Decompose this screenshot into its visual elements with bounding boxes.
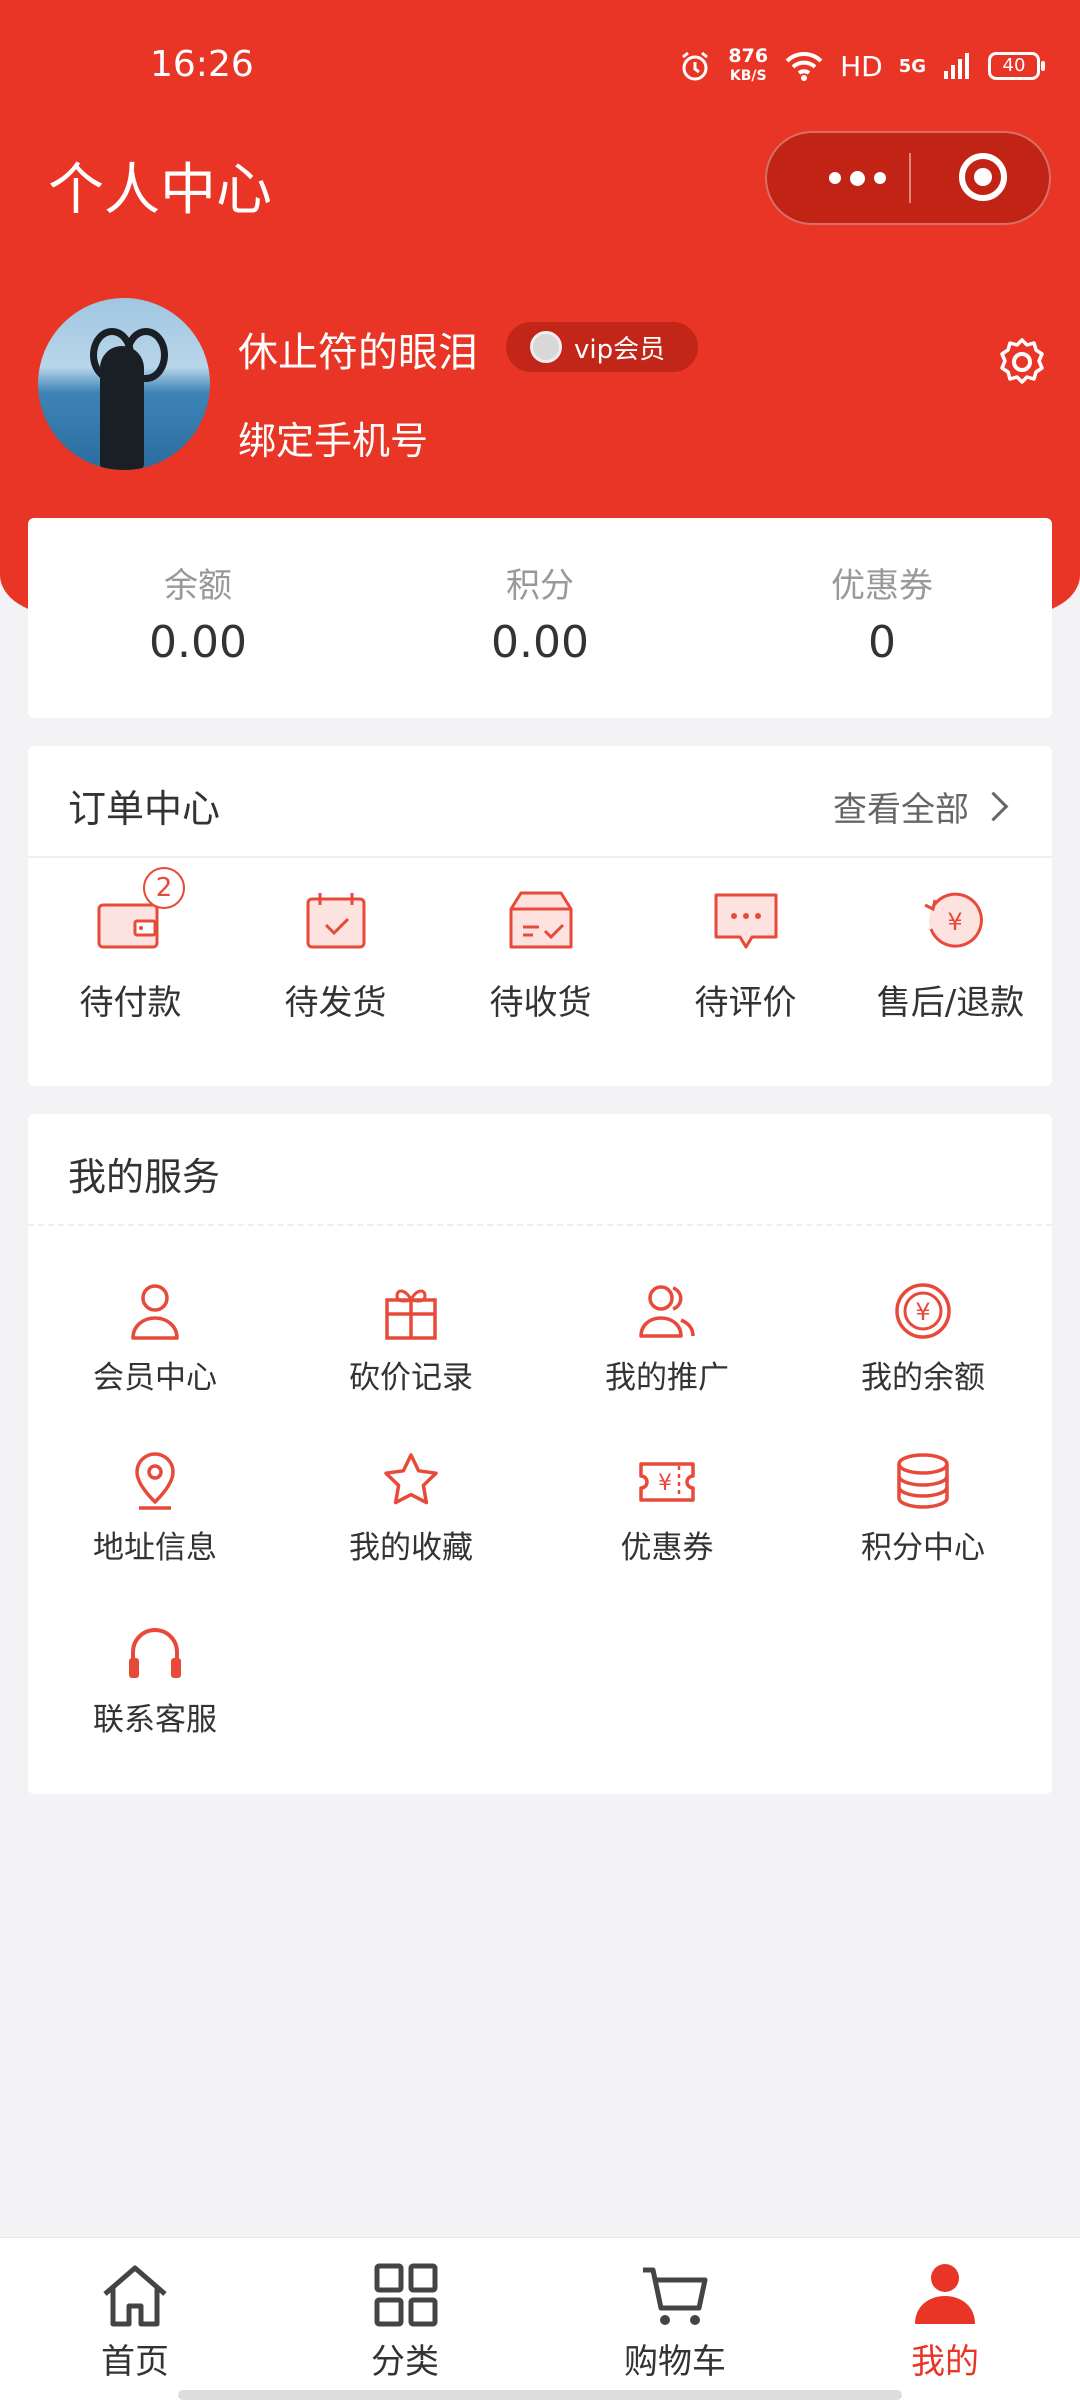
status-icons: 876 KB/S HD 5G 40: [678, 45, 1045, 86]
order-pending-payment[interactable]: 2 待付款: [28, 867, 233, 1024]
box-check-icon: [509, 891, 572, 949]
chat-bubble-icon: [714, 893, 777, 949]
services-title: 我的服务: [68, 1155, 221, 1199]
alarm-icon: [682, 51, 709, 81]
divider: [28, 1224, 1052, 1226]
ticket-icon: ¥: [639, 1462, 695, 1502]
order-badge: 2: [143, 867, 185, 909]
status-time: 16:26: [150, 44, 254, 85]
gift-icon: [385, 1289, 437, 1340]
order-to-review[interactable]: 待评价: [643, 885, 848, 1024]
user-icon: [131, 1284, 179, 1340]
service-points-center[interactable]: 积分中心: [795, 1450, 1051, 1567]
stat-points[interactable]: 积分 0.00: [390, 558, 690, 668]
cart-icon: [643, 2267, 708, 2325]
home-icon: [103, 2265, 167, 2327]
calendar-check-icon: [306, 893, 365, 949]
signal-icon: [944, 53, 969, 79]
service-my-favorites[interactable]: 我的收藏: [283, 1450, 539, 1567]
battery-icon: 40: [988, 52, 1045, 80]
vip-coin-icon: [530, 331, 562, 363]
order-after-sale[interactable]: ¥ 售后/退款: [848, 885, 1053, 1024]
service-my-promotion[interactable]: 我的推广: [539, 1280, 795, 1397]
grid-icon: [374, 2263, 438, 2327]
username: 休止符的眼泪: [238, 330, 478, 376]
more-menu-button[interactable]: [807, 133, 907, 223]
bind-phone-link[interactable]: 绑定手机号: [238, 410, 428, 465]
divider: [28, 856, 1052, 858]
tab-category[interactable]: 分类: [305, 2262, 505, 2383]
order-center-title: 订单中心: [68, 787, 221, 831]
tab-home[interactable]: 首页: [35, 2262, 235, 2383]
headset-icon: [129, 1628, 181, 1678]
service-customer-service[interactable]: 联系客服: [27, 1622, 283, 1739]
service-coupons[interactable]: ¥ 优惠券: [539, 1450, 795, 1567]
wifi-icon: [785, 51, 823, 81]
capsule-divider: [909, 153, 911, 203]
tab-cart[interactable]: 购物车: [575, 2262, 775, 2383]
users-icon: [639, 1285, 695, 1338]
service-bargain-records[interactable]: 砍价记录: [283, 1280, 539, 1397]
bottom-tab-bar: 首页 分类 购物车 我的: [0, 2237, 1080, 2401]
chevron-right-icon: [978, 791, 1009, 822]
stat-coupons[interactable]: 优惠券 0: [732, 558, 1032, 668]
service-my-balance[interactable]: ¥ 我的余额: [795, 1280, 1051, 1397]
svg-text:¥: ¥: [915, 1298, 930, 1326]
net-speed: 876 KB/S: [728, 45, 769, 84]
status-bar: 16:26 876 KB/S HD 5G 40: [0, 42, 1080, 92]
view-all-orders-link[interactable]: 查看全部: [833, 782, 1009, 831]
star-icon: [384, 1453, 438, 1505]
coin-stack-icon: [897, 1453, 949, 1509]
network-type: 5G: [898, 55, 926, 77]
location-pin-icon: [135, 1452, 175, 1510]
svg-text:¥: ¥: [947, 908, 962, 936]
order-to-receive[interactable]: 待收货: [438, 885, 643, 1024]
miniprogram-capsule: [765, 131, 1051, 225]
stat-balance[interactable]: 余额 0.00: [48, 558, 348, 668]
refund-yen-icon: ¥: [923, 892, 983, 948]
tab-mine[interactable]: 我的: [845, 2262, 1045, 2383]
home-indicator: [178, 2390, 902, 2400]
service-member-center[interactable]: 会员中心: [27, 1280, 283, 1397]
vip-badge[interactable]: vip会员: [506, 322, 698, 372]
service-address-info[interactable]: 地址信息: [27, 1450, 283, 1567]
user-filled-icon: [915, 2264, 975, 2324]
hd-indicator: HD: [840, 49, 883, 83]
svg-text:¥: ¥: [658, 1471, 672, 1496]
avatar[interactable]: [38, 298, 210, 470]
close-miniprogram-button[interactable]: [959, 153, 1007, 201]
yen-coin-icon: ¥: [895, 1283, 951, 1339]
order-to-ship[interactable]: 待发货: [233, 885, 438, 1024]
gear-icon[interactable]: [996, 336, 1048, 388]
page-title: 个人中心: [48, 158, 272, 223]
assets-card: 余额 0.00 积分 0.00 优惠券 0: [28, 518, 1052, 718]
